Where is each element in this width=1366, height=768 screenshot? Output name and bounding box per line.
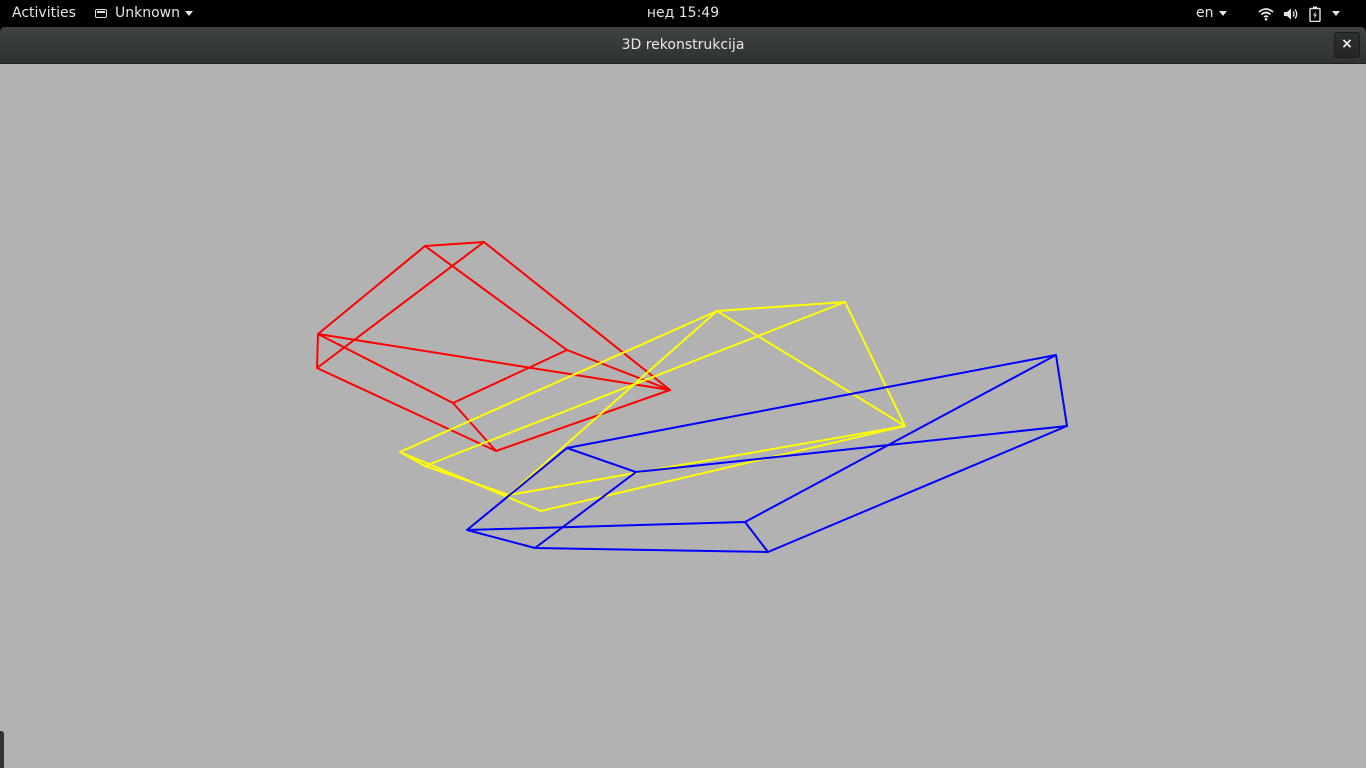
language-label: en [1196, 5, 1214, 21]
window-title: 3D rekonstrukcija [621, 37, 745, 53]
close-button[interactable]: × [1334, 32, 1360, 58]
window-corner [0, 731, 4, 768]
chevron-down-icon [1218, 10, 1227, 16]
render-canvas[interactable] [0, 64, 1366, 768]
yellow-wireframe [399, 301, 906, 512]
window-titlebar[interactable]: 3D rekonstrukcija × [0, 27, 1366, 64]
system-menu-icon [1332, 11, 1340, 16]
battery-icon [1309, 6, 1321, 22]
clock[interactable]: нед 15:49 [0, 0, 1366, 27]
red-wireframe [316, 241, 671, 452]
language-menu[interactable]: en [1196, 0, 1227, 27]
volume-icon [1283, 7, 1300, 21]
system-tray[interactable] [1258, 0, 1340, 27]
top-bar: Activities Unknown нед 15:49 en [0, 0, 1366, 27]
wifi-icon [1258, 7, 1274, 21]
scene-svg [316, 241, 1068, 553]
